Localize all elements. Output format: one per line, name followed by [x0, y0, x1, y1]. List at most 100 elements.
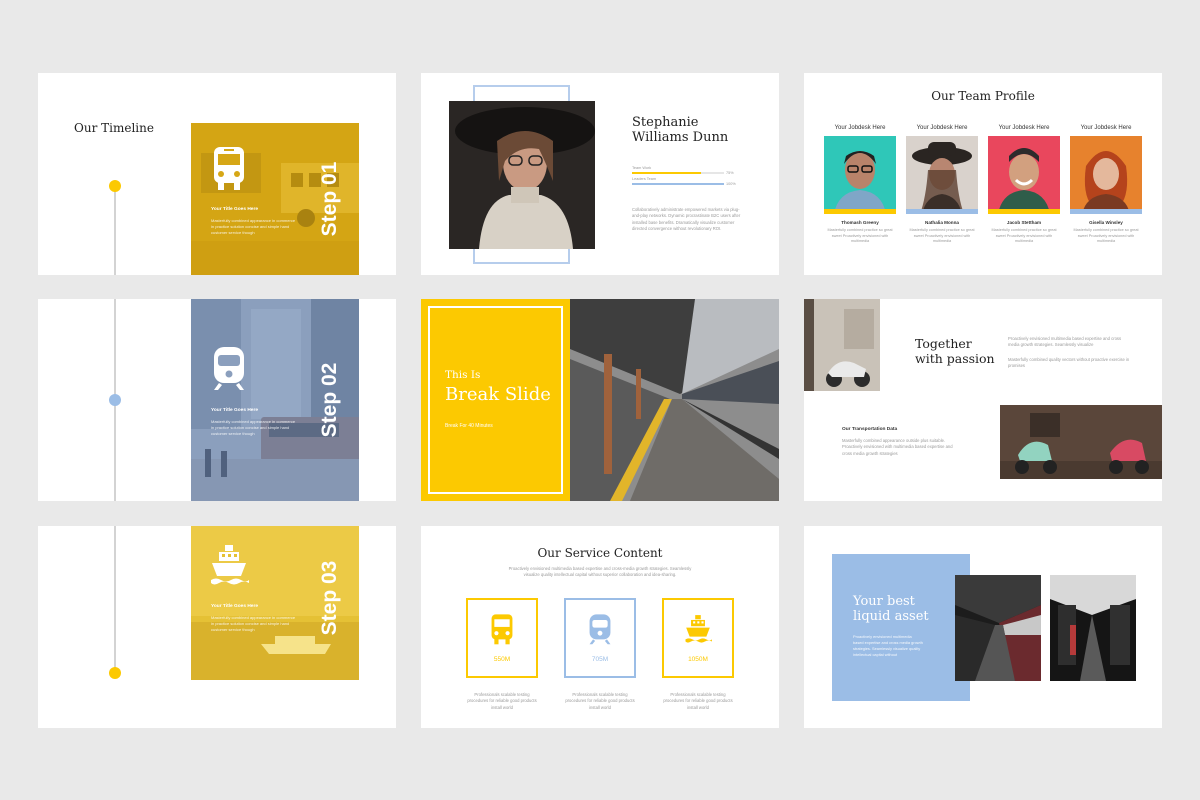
slide-timeline-3[interactable]: Your Title Goes Here Masterfully combine…: [38, 526, 396, 728]
step-label: Step 01: [318, 161, 341, 237]
team-member-4[interactable]: Your Jobdesk Here Gisella Winsley Master…: [1070, 125, 1142, 245]
service-desc: Proactively envisioned multimedia based …: [508, 566, 692, 578]
profile-photo: [449, 101, 595, 249]
slide-timeline-2[interactable]: Your Title Goes Here Masterfully combine…: [38, 299, 396, 501]
liquid-title: Your best liquid asset: [853, 594, 929, 624]
step-text: Masterfully combined appearance in comme…: [211, 218, 296, 236]
step-title: Your Title Goes Here: [211, 207, 259, 212]
ship-icon: [685, 615, 712, 643]
break-title: Break Slide: [445, 384, 551, 405]
member-name: Nathalia Monna: [925, 220, 959, 225]
slide-timeline-1[interactable]: Our Timeline Your Title Goes Here Master…: [38, 73, 396, 275]
slide-service[interactable]: Our Service Content Proactively envision…: [421, 526, 779, 728]
member-desc: Masterfully combined practice so great s…: [827, 228, 893, 244]
skill-percent: 100%: [726, 182, 736, 186]
service-caption: Professionals scalable testing procedure…: [663, 692, 733, 710]
skill-label: Leaders Team: [632, 177, 656, 181]
member-stripe: [988, 209, 1060, 214]
skill-bar-leaders: [632, 183, 724, 185]
step-label: Step 02: [318, 362, 341, 438]
service-card-bus[interactable]: 550M: [466, 598, 538, 678]
member-job: Your Jobdesk Here: [998, 125, 1050, 131]
passion-title-line1: Together: [915, 336, 972, 351]
slide-liquid[interactable]: Your best liquid asset Proactively envis…: [804, 526, 1162, 728]
liquid-title-line1: Your best: [853, 594, 915, 609]
member-photo: [824, 136, 896, 214]
passion-title: Together with passion: [915, 336, 995, 366]
profile-name: Stephanie Williams Dunn: [632, 115, 728, 145]
member-job: Your Jobdesk Here: [1080, 125, 1132, 131]
scooter-wall-photo: [804, 299, 880, 391]
service-caption: Professionals scalable testing procedure…: [467, 692, 537, 710]
step-title: Your Title Goes Here: [211, 408, 259, 413]
member-photo: [906, 136, 978, 214]
passion-text-1: Proactively envisioned multimedia based …: [1008, 336, 1122, 348]
slide-profile[interactable]: Stephanie Williams Dunn Team Work 75% Le…: [421, 73, 779, 275]
step-title: Your Title Goes Here: [211, 604, 259, 609]
liquid-title-line2: liquid asset: [853, 609, 929, 624]
member-name: Gisella Winsley: [1089, 220, 1123, 225]
service-caption: Professionals scalable testing procedure…: [565, 692, 635, 710]
passion-title-line2: with passion: [915, 351, 995, 366]
skill-bar-teamwork: [632, 172, 724, 174]
member-stripe: [824, 209, 896, 214]
member-desc: Masterfully combined practice so great s…: [909, 228, 975, 244]
service-value: 1050M: [688, 656, 708, 663]
break-small-title: This Is: [445, 369, 481, 381]
member-photo: [1070, 136, 1142, 214]
passion-text-2: Masterfully combined quality vectors wit…: [1008, 357, 1130, 369]
liquid-text: Proactively envisioned multimedia based …: [853, 634, 923, 657]
step-panel: Your Title Goes Here Masterfully combine…: [191, 526, 359, 680]
passion-subtitle: Our Transportation Data: [842, 427, 898, 432]
member-name: Jacob Stettham: [1006, 220, 1042, 225]
skill-bar-fill: [632, 183, 724, 185]
team-member-2[interactable]: Your Jobdesk Here Nathalia Monna Masterf…: [906, 125, 978, 245]
step-text: Masterfully combined appearance in comme…: [211, 615, 296, 633]
break-subtitle: Break For 40 Minutes: [445, 423, 493, 429]
member-job: Your Jobdesk Here: [916, 125, 968, 131]
service-title: Our Service Content: [537, 546, 663, 560]
bus-icon: [209, 145, 249, 191]
slide-passion[interactable]: Together with passion Proactively envisi…: [804, 299, 1162, 501]
timeline-dot: [109, 180, 121, 192]
timeline-dot: [109, 394, 121, 406]
service-value: 705M: [591, 656, 609, 663]
member-job: Your Jobdesk Here: [834, 125, 886, 131]
team-title: Our Team Profile: [931, 89, 1035, 103]
passion-text-3: Masterfully combined appearance outside …: [842, 438, 953, 456]
service-card-ship[interactable]: 1050M: [662, 598, 734, 678]
step-panel: Your Title Goes Here Masterfully combine…: [191, 123, 359, 275]
timeline-line: [114, 526, 116, 670]
tram-icon: [589, 614, 611, 645]
profile-name-line2: Williams Dunn: [632, 130, 729, 145]
member-stripe: [906, 209, 978, 214]
step-text: Masterfully combined appearance in comme…: [211, 419, 296, 437]
slide-break[interactable]: This Is Break Slide Break For 40 Minutes: [421, 299, 779, 501]
timeline-line: [114, 191, 116, 275]
slide-team[interactable]: Our Team Profile Your Jobdesk Here Thoma…: [804, 73, 1162, 275]
skill-label: Team Work: [632, 166, 652, 170]
tram-icon: [209, 345, 249, 391]
member-desc: Masterfully combined practice so great s…: [1073, 228, 1139, 244]
skill-bar-fill: [632, 172, 701, 174]
service-card-tram[interactable]: 705M: [564, 598, 636, 678]
team-member-1[interactable]: Your Jobdesk Here Thomash Greeny Masterf…: [824, 125, 896, 245]
team-member-3[interactable]: Your Jobdesk Here Jacob Stettham Masterf…: [988, 125, 1060, 245]
profile-text: Collaboratively administrate empowered m…: [632, 207, 741, 232]
timeline-dot: [109, 667, 121, 679]
service-value: 550M: [493, 656, 511, 663]
member-desc: Masterfully combined practice so great s…: [991, 228, 1057, 244]
member-stripe: [1070, 209, 1142, 214]
member-name: Thomash Greeny: [841, 220, 879, 225]
break-panel: This Is Break Slide Break For 40 Minutes: [421, 299, 570, 501]
profile-name-line1: Stephanie: [632, 115, 699, 130]
subway-photo-1: [955, 575, 1041, 681]
train-station-photo: [570, 299, 779, 501]
skill-percent: 75%: [726, 171, 734, 175]
bus-icon: [491, 614, 513, 645]
member-photo: [988, 136, 1060, 214]
step-panel: Your Title Goes Here Masterfully combine…: [191, 299, 359, 501]
scooters-photo: [1000, 405, 1162, 479]
step-label: Step 03: [318, 560, 341, 636]
timeline-title: Our Timeline: [74, 121, 154, 135]
